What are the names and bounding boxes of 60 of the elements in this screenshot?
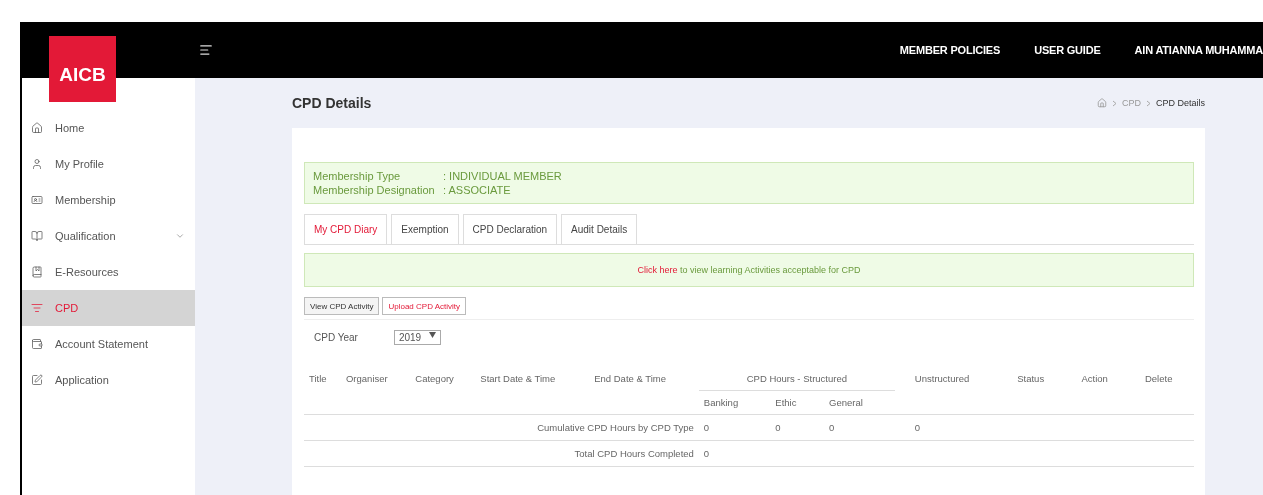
click-here-link[interactable]: Click here bbox=[637, 265, 678, 275]
user-icon bbox=[31, 158, 43, 170]
sidebar-item[interactable]: Home bbox=[22, 110, 195, 146]
book-icon bbox=[31, 266, 43, 278]
column-header: Start Date & Time bbox=[475, 367, 590, 415]
tab[interactable]: CPD Declaration bbox=[462, 214, 558, 244]
dropdown-icon bbox=[429, 332, 437, 338]
wallet-icon bbox=[31, 338, 43, 350]
table-cell: 0 bbox=[824, 414, 895, 441]
sidebar-item[interactable]: Membership bbox=[22, 182, 195, 218]
home-icon bbox=[31, 122, 43, 134]
info-value: : INDIVIDUAL MEMBER bbox=[443, 170, 563, 182]
nav-link[interactable]: MEMBER POLICIES bbox=[899, 44, 1001, 56]
column-header: End Date & Time bbox=[589, 367, 699, 415]
table-cell: 0 bbox=[770, 414, 825, 441]
year-label: CPD Year bbox=[314, 332, 358, 343]
tab[interactable]: My CPD Diary bbox=[304, 214, 388, 244]
nav-link[interactable]: AIN ATIANNA MUHAMMA bbox=[1134, 44, 1263, 56]
chevron-icon bbox=[1111, 99, 1117, 107]
chevron-icon bbox=[1146, 99, 1151, 107]
summary-label: Cumulative CPD Hours by CPD Type bbox=[304, 414, 699, 441]
column-header: General bbox=[824, 390, 895, 415]
column-header: Status bbox=[1001, 367, 1066, 415]
info-label: Membership Type bbox=[313, 170, 402, 182]
sidebar-item[interactable]: Account Statement bbox=[22, 326, 195, 362]
page-title: CPD Details bbox=[292, 95, 372, 111]
column-header: Action bbox=[1065, 367, 1129, 415]
column-header: Title bbox=[304, 367, 341, 415]
column-header: Category bbox=[410, 367, 476, 415]
sidebar-item[interactable]: My Profile bbox=[22, 146, 195, 182]
column-header: Organiser bbox=[341, 367, 411, 415]
summary-label: Total CPD Hours Completed bbox=[304, 440, 699, 467]
edit-icon bbox=[31, 374, 43, 386]
activity-button[interactable]: Upload CPD Activity bbox=[382, 297, 467, 315]
sidebar-item[interactable]: Qualification bbox=[22, 218, 195, 254]
info-value: : ASSOCIATE bbox=[443, 184, 512, 196]
nav-link[interactable]: USER GUIDE bbox=[1034, 44, 1101, 56]
activity-button[interactable]: View CPD Activity bbox=[304, 297, 380, 315]
logo: AICB bbox=[49, 36, 116, 102]
table-cell: 0 bbox=[698, 414, 771, 441]
id-card-icon bbox=[31, 194, 43, 206]
column-header: Banking bbox=[698, 390, 771, 415]
column-header: Ethic bbox=[770, 390, 825, 415]
sidebar-item[interactable]: E-Resources bbox=[22, 254, 195, 290]
home-icon[interactable] bbox=[1096, 98, 1107, 108]
info-label: Membership Designation bbox=[313, 184, 436, 196]
sidebar-item[interactable]: Application bbox=[22, 362, 195, 398]
table-cell: 0 bbox=[698, 440, 771, 467]
column-header: Delete bbox=[1128, 367, 1194, 415]
table-cell: 0 bbox=[894, 414, 1002, 441]
tab[interactable]: Exemption bbox=[391, 214, 459, 244]
notice-text: to view learning Activities acceptable for CPD bbox=[678, 265, 861, 275]
year-select[interactable]: 2019 bbox=[393, 330, 442, 345]
chevron-icon[interactable] bbox=[175, 231, 185, 241]
menu-icon[interactable] bbox=[199, 43, 213, 57]
breadcrumb-current: CPD Details bbox=[1156, 98, 1205, 108]
book-icon bbox=[31, 230, 43, 242]
column-group-header: CPD Hours - Structured bbox=[698, 367, 895, 391]
tab[interactable]: Audit Details bbox=[561, 214, 638, 244]
column-header: Unstructured bbox=[894, 367, 1002, 415]
